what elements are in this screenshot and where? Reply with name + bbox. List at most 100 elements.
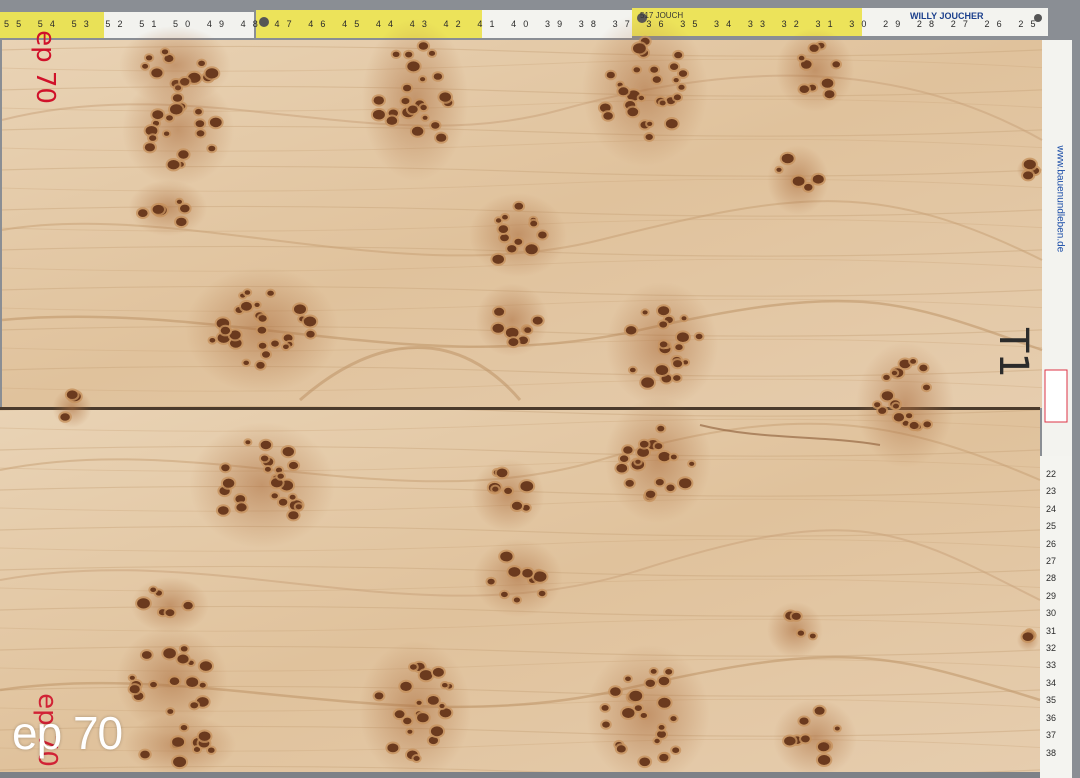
burl-eye <box>1022 632 1034 641</box>
burl-eye <box>659 753 669 762</box>
burl-eye <box>670 63 679 70</box>
burl-eye <box>190 702 199 709</box>
burl-eye <box>416 700 422 705</box>
handwritten-mark-top-left: ep 70 <box>29 30 60 104</box>
burl-eye <box>629 690 643 702</box>
burl-cluster <box>130 577 210 633</box>
burl-eye <box>817 755 831 765</box>
burl-eye <box>525 244 538 255</box>
burl-cluster <box>469 193 567 277</box>
burl-cluster <box>189 422 335 548</box>
burl-eye <box>673 94 682 101</box>
burl-eye <box>271 340 279 347</box>
burl-eye <box>797 630 805 636</box>
burl-eye <box>625 326 637 335</box>
burl-eye <box>151 68 163 78</box>
burl-eye <box>824 90 835 99</box>
burl-cluster <box>773 698 857 778</box>
burl-eye <box>288 461 299 470</box>
burl-eye <box>654 738 660 744</box>
burl-eye <box>208 747 215 753</box>
burl-eye <box>195 108 202 115</box>
burl-eye <box>417 713 429 723</box>
burl-eye <box>625 676 631 682</box>
burl-eye <box>500 551 513 562</box>
burl-eye <box>627 107 639 117</box>
burl-eye <box>152 110 164 120</box>
burl-eye <box>183 601 193 610</box>
burl-eye <box>910 359 917 364</box>
burl-eye <box>487 578 495 585</box>
burl-eye <box>258 342 267 349</box>
burl-eye <box>673 360 683 368</box>
burl-eye <box>652 76 661 83</box>
burl-eye <box>658 697 671 708</box>
burl-eye <box>172 737 185 747</box>
burl-eye <box>809 633 816 639</box>
burl-cluster <box>185 267 339 393</box>
burl-eye <box>220 326 231 335</box>
burl-eye <box>792 176 805 186</box>
burl-eye <box>812 174 824 184</box>
burl-eye <box>641 377 654 388</box>
burl-eye <box>282 447 294 457</box>
burl-eye <box>784 736 796 746</box>
burl-eye <box>642 310 648 315</box>
burl-eye <box>883 374 890 380</box>
burl-eye <box>138 209 148 218</box>
burl-eye <box>372 109 385 120</box>
burl-eye <box>804 183 813 191</box>
burl-eye <box>679 478 692 489</box>
burl-eye <box>411 126 424 136</box>
burl-eye <box>492 254 505 264</box>
burl-eye <box>657 425 665 432</box>
burl-eye <box>256 361 265 369</box>
burl-eye <box>129 685 140 694</box>
burl-eye <box>635 459 641 464</box>
burl-eye <box>394 710 405 719</box>
burl-eye <box>673 78 679 83</box>
burl-eye <box>776 167 782 172</box>
burl-eye <box>145 55 153 61</box>
burl-eye <box>681 316 687 321</box>
burl-eye <box>170 104 183 115</box>
burl-eye <box>522 568 533 578</box>
burl-eye <box>262 351 270 358</box>
burl-eye <box>618 87 629 96</box>
burl-eye <box>430 726 444 737</box>
right-ruler-digits: 22 23 24 25 26 27 28 29 30 31 32 33 34 3… <box>1046 469 1057 758</box>
burl-eye <box>909 421 919 430</box>
burl-eye <box>670 716 677 722</box>
burl-cluster <box>473 538 563 618</box>
burl-cluster <box>124 714 236 776</box>
burl-cluster <box>606 282 718 408</box>
burl-eye <box>199 661 212 671</box>
burl-eye <box>418 42 429 50</box>
burl-eye <box>177 654 189 664</box>
burl-eye <box>422 115 428 120</box>
burl-eye <box>167 160 180 170</box>
right-ruler-url: www.bauenundleben.de <box>1054 145 1066 253</box>
burl-eye <box>673 375 681 381</box>
burl-eye <box>442 683 448 688</box>
burl-eye <box>659 341 668 348</box>
burl-eye <box>508 567 521 577</box>
burl-eye <box>616 745 626 753</box>
burl-eye <box>923 384 930 391</box>
burl-eye <box>891 370 898 376</box>
burl-eye <box>407 729 413 734</box>
burl-eye <box>603 112 613 120</box>
burl-eye <box>277 473 284 479</box>
burl-eye <box>258 315 267 322</box>
burl-eye <box>645 134 653 140</box>
burl-eye <box>633 67 641 73</box>
burl-eye <box>647 121 653 126</box>
burl-eye <box>427 696 439 705</box>
burl-eye <box>639 440 649 448</box>
burl-eye <box>659 100 666 106</box>
burl-eye <box>923 421 931 428</box>
burl-eye <box>180 646 188 652</box>
burl-eye <box>172 94 183 102</box>
burl-eye <box>678 84 685 90</box>
burl-eye <box>801 735 810 743</box>
